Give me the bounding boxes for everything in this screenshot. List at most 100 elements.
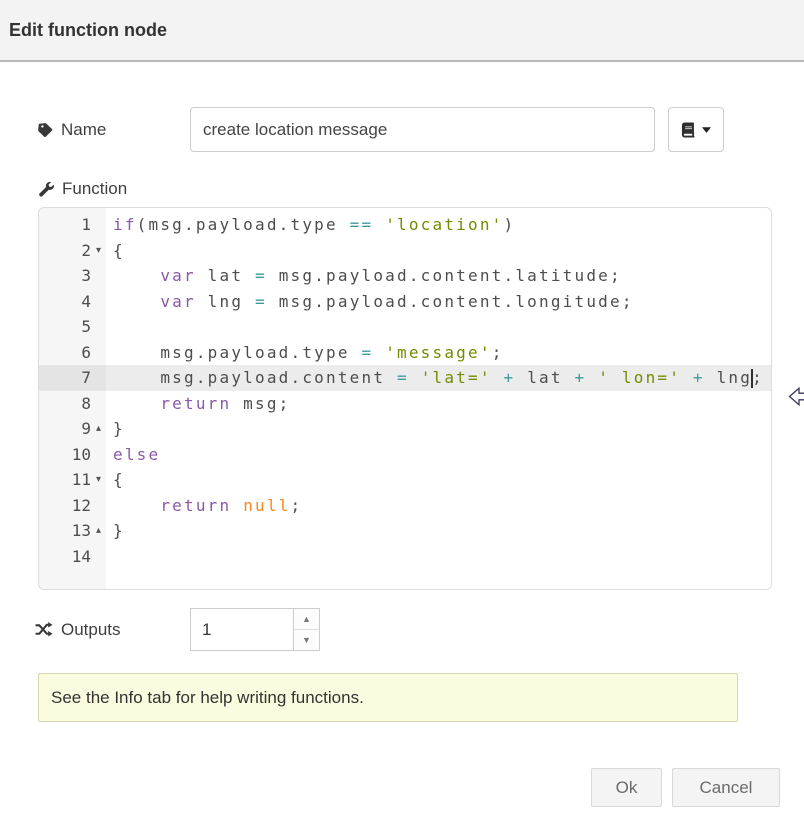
code-text[interactable]: [106, 544, 771, 570]
code-text[interactable]: if(msg.payload.type == 'location'): [106, 212, 771, 238]
code-line[interactable]: 4 var lng = msg.payload.content.longitud…: [39, 289, 771, 315]
code-text[interactable]: }: [106, 518, 771, 544]
code-token: [373, 343, 385, 362]
code-text[interactable]: msg.payload.type = 'message';: [106, 340, 771, 366]
code-token: msg;: [231, 394, 290, 413]
shuffle-icon: [35, 622, 53, 637]
code-token: [586, 368, 598, 387]
line-number: 2▾: [39, 238, 106, 264]
code-token: [113, 266, 160, 285]
code-token: msg.payload.type: [113, 343, 362, 362]
outputs-input[interactable]: [191, 609, 293, 650]
code-text[interactable]: {: [106, 467, 771, 493]
fold-close-icon[interactable]: ▴: [91, 518, 106, 544]
cancel-button[interactable]: Cancel: [672, 768, 780, 807]
code-token: [492, 368, 504, 387]
caret-down-icon: [702, 127, 711, 133]
function-label: Function: [62, 179, 127, 199]
code-line[interactable]: 12 return null;: [39, 493, 771, 519]
code-token: +: [575, 368, 587, 387]
fold-open-icon[interactable]: ▾: [91, 238, 106, 264]
code-token: +: [693, 368, 705, 387]
code-line[interactable]: 13▴}: [39, 518, 771, 544]
dialog-header: Edit function node: [0, 0, 804, 62]
code-token: ): [504, 215, 516, 234]
code-token: {: [113, 241, 125, 260]
code-token: var: [160, 266, 196, 285]
code-token: ==: [350, 215, 374, 234]
name-label-group: Name: [38, 120, 190, 140]
code-line[interactable]: 9▴}: [39, 416, 771, 442]
code-token: [113, 394, 160, 413]
code-token: msg.payload.content.latitude;: [267, 266, 622, 285]
code-token: lng: [705, 368, 752, 387]
code-token: msg.payload.content: [113, 368, 397, 387]
outputs-label-group: Outputs: [35, 620, 190, 640]
code-token: var: [160, 292, 196, 311]
code-token: else: [113, 445, 160, 464]
code-text[interactable]: {: [106, 238, 771, 264]
book-icon: [681, 122, 696, 138]
code-token: lat: [196, 266, 255, 285]
name-input[interactable]: [190, 107, 655, 152]
code-token: (msg.payload.type: [137, 215, 350, 234]
line-number: 1: [39, 212, 106, 238]
code-line[interactable]: 5: [39, 314, 771, 340]
mouse-pointer-left-icon: [788, 386, 804, 413]
code-line[interactable]: 1if(msg.payload.type == 'location'): [39, 212, 771, 238]
code-token: [113, 292, 160, 311]
code-text[interactable]: else: [106, 442, 771, 468]
code-token: if: [113, 215, 137, 234]
code-line[interactable]: 2▾ {: [39, 238, 771, 264]
line-number: 11▾: [39, 467, 106, 493]
fold-close-icon[interactable]: ▴: [91, 416, 106, 442]
dialog-button-bar: Ok Cancel: [0, 768, 780, 807]
line-number: 9▴: [39, 416, 106, 442]
code-token: [231, 496, 243, 515]
code-line[interactable]: 14: [39, 544, 771, 570]
code-text[interactable]: msg.payload.content = 'lat=' + lat + ' l…: [106, 365, 771, 391]
code-line[interactable]: 8 return msg;: [39, 391, 771, 417]
info-tip-text: See the Info tab for help writing functi…: [51, 688, 364, 708]
code-text[interactable]: return null;: [106, 493, 771, 519]
code-line[interactable]: 11▾{: [39, 467, 771, 493]
spinner-down-button[interactable]: ▼: [294, 630, 319, 650]
outputs-spinner: ▲ ▼: [190, 608, 320, 651]
code-line[interactable]: 6 msg.payload.type = 'message';: [39, 340, 771, 366]
code-line[interactable]: 10 else: [39, 442, 771, 468]
code-text[interactable]: return msg;: [106, 391, 771, 417]
spinner-up-button[interactable]: ▲: [294, 609, 319, 630]
code-token: lng: [196, 292, 255, 311]
code-text[interactable]: var lng = msg.payload.content.longitude;: [106, 289, 771, 315]
library-button[interactable]: [668, 107, 724, 152]
line-number: 5: [39, 314, 106, 340]
code-token: 'lat=': [421, 368, 492, 387]
code-token: msg.payload.content.longitude;: [267, 292, 634, 311]
code-token: ;: [291, 496, 303, 515]
code-token: return: [160, 496, 231, 515]
code-token: }: [113, 419, 125, 438]
ok-button[interactable]: Ok: [591, 768, 662, 807]
code-editor[interactable]: 1if(msg.payload.type == 'location')2▾ {3 …: [38, 207, 772, 590]
code-line[interactable]: 7 msg.payload.content = 'lat=' + lat + '…: [39, 365, 771, 391]
code-token: ;: [752, 368, 764, 387]
code-text[interactable]: }: [106, 416, 771, 442]
code-text[interactable]: [106, 314, 771, 340]
line-number: 13▴: [39, 518, 106, 544]
code-token: [113, 496, 160, 515]
code-token: return: [160, 394, 231, 413]
code-token: [681, 368, 693, 387]
line-number: 10: [39, 442, 106, 468]
spinner-buttons: ▲ ▼: [293, 609, 319, 650]
name-field-row: Name: [38, 107, 804, 152]
line-number: 4: [39, 289, 106, 315]
code-line[interactable]: 3 var lat = msg.payload.content.latitude…: [39, 263, 771, 289]
code-text[interactable]: var lat = msg.payload.content.latitude;: [106, 263, 771, 289]
code-token: ' lon=': [598, 368, 681, 387]
fold-open-icon[interactable]: ▾: [91, 467, 106, 493]
function-label-group: Function: [38, 179, 127, 199]
line-number: 6: [39, 340, 106, 366]
code-token: =: [397, 368, 409, 387]
line-number: 7: [39, 365, 106, 391]
code-token: [373, 215, 385, 234]
